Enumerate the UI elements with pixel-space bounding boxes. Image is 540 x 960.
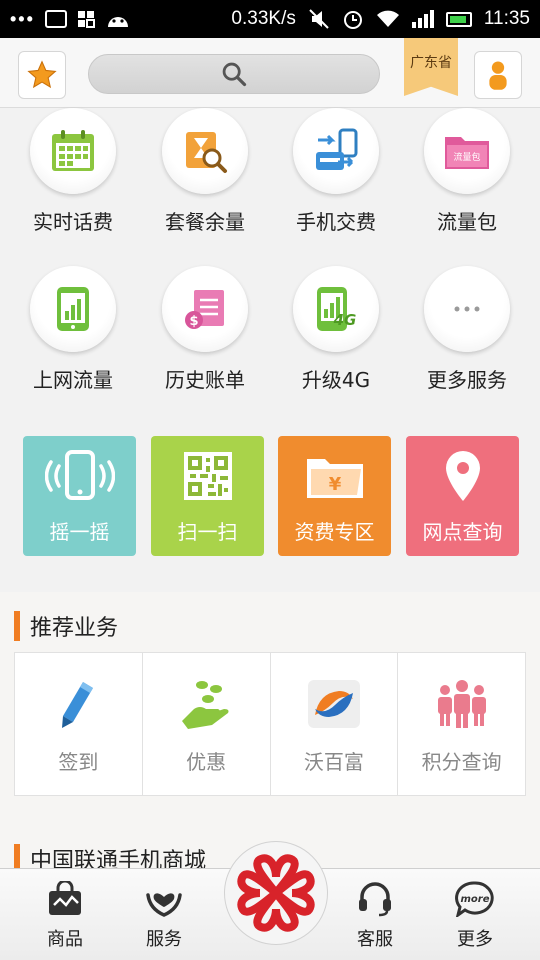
- hourglass-search-icon: [186, 132, 227, 173]
- recommended-label: 优惠: [186, 749, 227, 774]
- section-accent-bar: [14, 611, 20, 641]
- search-icon: [222, 62, 247, 87]
- favorites-button[interactable]: [18, 51, 66, 99]
- wobaifu-logo-icon: [307, 679, 360, 728]
- tile-outlet-lookup[interactable]: 网点查询: [406, 436, 519, 556]
- more-icon: [454, 306, 480, 312]
- recommended-item-checkin[interactable]: 签到: [15, 653, 143, 795]
- recommended-item-wobaifu[interactable]: 沃百富: [271, 653, 399, 795]
- mute-icon: [309, 9, 329, 29]
- signal-icon: [411, 10, 434, 28]
- section-title: 推荐业务: [30, 616, 119, 641]
- tile-shake[interactable]: 摇一摇: [23, 436, 136, 556]
- service-label: 实时话费: [33, 210, 113, 234]
- search-bar[interactable]: [88, 54, 380, 94]
- recommended-grid: 签到 优惠 沃百富 积分查询: [14, 652, 526, 796]
- unicom-logo-icon: [237, 854, 315, 932]
- recommended-item-points-lookup[interactable]: 积分查询: [398, 653, 525, 795]
- shopping-bag-icon: [49, 879, 81, 915]
- nav-label: 服务: [146, 929, 182, 950]
- notification-dots: •••: [10, 8, 35, 29]
- grid-app-icon: [77, 11, 95, 28]
- people-icon: [437, 679, 486, 728]
- folder-badge: 流量包: [453, 151, 480, 163]
- network-speed: 0.33K/s: [231, 8, 296, 29]
- yen-symbol: ¥: [328, 474, 341, 495]
- service-label: 更多服务: [427, 368, 507, 392]
- nav-item-more[interactable]: more 更多: [435, 881, 515, 951]
- bottom-navigation: 商品 服务 客服 more 更多: [0, 841, 540, 960]
- transfer-card-icon: [316, 128, 358, 170]
- unicom-home-button[interactable]: [224, 841, 328, 945]
- star-icon: [27, 60, 57, 89]
- recommended-section-header: 推荐业务: [14, 610, 118, 642]
- more-bubble-icon: more: [455, 881, 494, 919]
- tile-label: 资费专区: [294, 520, 375, 544]
- recommended-label: 签到: [58, 749, 99, 774]
- tile-tariff-zone[interactable]: ¥ 资费专区: [278, 436, 391, 556]
- tile-label: 扫一扫: [177, 520, 238, 544]
- folder-icon: 流量包: [445, 137, 489, 169]
- service-item-data-package[interactable]: 流量包 流量包: [401, 108, 533, 235]
- nav-label: 更多: [457, 929, 493, 950]
- pencil-icon: [62, 681, 94, 728]
- battery-icon: [445, 11, 472, 27]
- wifi-icon: [376, 10, 399, 27]
- service-item-internet-traffic[interactable]: 上网流量: [7, 266, 139, 393]
- yen-folder-icon: ¥: [306, 459, 363, 498]
- nav-item-customer-service[interactable]: 客服: [335, 881, 415, 951]
- nav-label: 客服: [357, 929, 393, 950]
- service-label: 上网流量: [33, 368, 113, 392]
- service-label: 升级4G: [301, 368, 371, 392]
- service-label: 流量包: [437, 210, 497, 234]
- service-item-realtime-fee[interactable]: 实时话费: [7, 108, 139, 235]
- mail-icon: [44, 10, 67, 28]
- nav-item-products[interactable]: 商品: [25, 879, 105, 951]
- more-badge: more: [460, 894, 489, 905]
- phone-chart-icon: [57, 287, 89, 331]
- province-selector[interactable]: 广东省: [404, 38, 458, 96]
- heart-hands-icon: [146, 893, 182, 917]
- location-pin-icon: [445, 451, 480, 501]
- android-icon: [107, 17, 128, 27]
- recommended-item-discount[interactable]: 优惠: [143, 653, 271, 795]
- service-item-package-balance[interactable]: 套餐余量: [139, 108, 271, 235]
- shake-phone-icon: [44, 450, 115, 500]
- person-icon: [489, 61, 507, 90]
- recommended-label: 沃百富: [303, 749, 364, 774]
- qr-code-icon: [183, 452, 232, 500]
- headset-icon: [359, 882, 391, 917]
- recommended-label: 积分查询: [421, 749, 502, 774]
- province-label: 广东省: [410, 55, 452, 71]
- 4g-badge: 4G: [333, 311, 357, 329]
- service-label: 套餐余量: [165, 210, 245, 234]
- nav-item-services[interactable]: 服务: [124, 881, 204, 951]
- alarm-icon: [343, 11, 362, 29]
- status-bar: ••• 0.33K/s 11:35: [0, 0, 540, 38]
- service-label: 历史账单: [165, 368, 245, 392]
- tile-scan[interactable]: 扫一扫: [151, 436, 264, 556]
- top-app-bar: 广东省: [0, 38, 540, 108]
- service-item-bill-history[interactable]: $ 历史账单: [139, 266, 271, 393]
- svg-text:$: $: [189, 314, 198, 329]
- user-account-button[interactable]: [474, 51, 522, 99]
- 4g-icon: 4G: [317, 287, 357, 331]
- service-item-more-services[interactable]: 更多服务: [401, 266, 533, 393]
- coins-hand-icon: [182, 680, 229, 729]
- service-item-phone-payment[interactable]: 手机交费: [270, 108, 402, 235]
- bill-icon: $: [185, 290, 224, 329]
- clock: 11:35: [483, 8, 530, 29]
- service-label: 手机交费: [296, 210, 376, 234]
- tile-label: 摇一摇: [49, 520, 110, 544]
- service-item-upgrade-4g[interactable]: 4G 升级4G: [270, 266, 402, 393]
- nav-label: 商品: [47, 929, 83, 950]
- calendar-icon: [52, 130, 94, 171]
- tile-label: 网点查询: [422, 520, 503, 544]
